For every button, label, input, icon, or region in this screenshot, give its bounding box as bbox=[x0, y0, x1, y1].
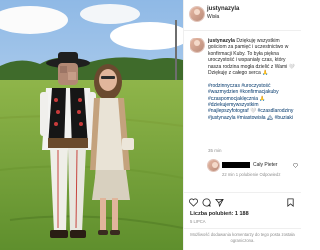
caption-block: justynazyla Dziękuję wszystkim gościom z… bbox=[190, 38, 298, 210]
avatar[interactable] bbox=[208, 160, 219, 171]
header-location[interactable]: Wisła bbox=[207, 14, 219, 20]
caption-hashtags-end[interactable]: #buziaki bbox=[275, 115, 293, 121]
comment-meta[interactable]: 22 min 1 polubienie Odpowiedz bbox=[222, 172, 280, 177]
likes-count[interactable]: Liczba polubień: 1 188 bbox=[190, 211, 249, 217]
actions-section: Liczba polubień: 1 188 5 LIPCA Możliwość… bbox=[184, 192, 301, 250]
post-side-panel: justynazyla Wisła justynazyla Dziękuję w… bbox=[183, 0, 301, 250]
comment-item: Cały Pieter 22 min 1 polubienie Odpowied… bbox=[208, 160, 298, 182]
post-photo[interactable] bbox=[0, 0, 183, 250]
caption-time: 35 min bbox=[208, 148, 222, 153]
comment-icon[interactable] bbox=[202, 198, 211, 207]
action-icons bbox=[189, 198, 297, 208]
header-username[interactable]: justynazyla bbox=[207, 6, 239, 12]
caption-username[interactable]: justynazyla bbox=[208, 38, 235, 44]
avatar[interactable] bbox=[190, 38, 204, 52]
bookmark-icon[interactable] bbox=[286, 198, 295, 207]
comments-restricted-notice: Możliwość dodawania komentarzy do tego p… bbox=[184, 228, 301, 246]
post-header: justynazyla Wisła bbox=[184, 0, 301, 31]
redacted-username bbox=[222, 162, 250, 168]
post-photo-illustration bbox=[0, 0, 183, 250]
comment-text: Cały Pieter bbox=[253, 162, 278, 168]
caption-text: Dziękuję wszystkim gościom za pamięć i u… bbox=[208, 38, 295, 77]
share-icon[interactable] bbox=[215, 198, 224, 207]
caption-text-block: justynazyla Dziękuję wszystkim gościom z… bbox=[208, 38, 296, 121]
heart-icon[interactable] bbox=[293, 163, 298, 168]
heart-icon[interactable] bbox=[189, 198, 198, 207]
avatar[interactable] bbox=[190, 7, 204, 21]
post-date[interactable]: 5 LIPCA bbox=[190, 219, 206, 224]
